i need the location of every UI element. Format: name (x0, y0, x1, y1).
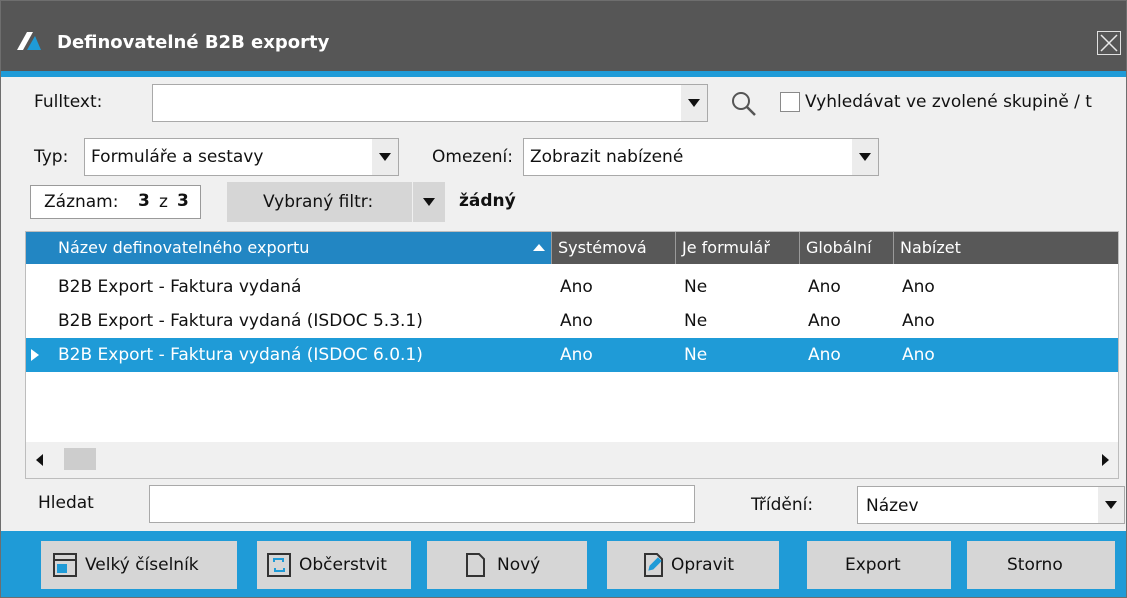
new-document-icon (466, 553, 485, 577)
cell-offer: Ano (902, 277, 935, 297)
close-icon (1100, 34, 1118, 52)
record-current: 3 (138, 191, 150, 211)
restriction-select[interactable]: Zobrazit nabízené (523, 138, 879, 176)
find-input[interactable] (149, 485, 695, 523)
refresh-button[interactable]: Občerstvit (257, 541, 411, 589)
type-label: Typ: (34, 147, 69, 167)
sort-ascending-icon (533, 244, 545, 251)
refresh-label: Občerstvit (299, 555, 387, 575)
refresh-icon (267, 553, 291, 577)
edit-icon (644, 553, 663, 577)
cell-global: Ano (808, 345, 841, 365)
cell-offer: Ano (902, 345, 935, 365)
column-header-name[interactable]: Název definovatelného exportu (26, 232, 552, 264)
title-accent-strip (1, 71, 1126, 77)
type-value: Formuláře a sestavy (91, 147, 264, 167)
sort-value: Název (866, 496, 919, 516)
chevron-down-icon (423, 198, 435, 206)
selected-filter-button[interactable]: Vybraný filtr: (227, 182, 412, 222)
chevron-down-icon (379, 153, 391, 161)
selected-filter-value: žádný (459, 191, 516, 211)
dialog-window: Definovatelné B2B exporty Fulltext: Vyhl… (0, 0, 1127, 598)
export-button[interactable]: Export (807, 541, 951, 589)
big-list-label: Velký číselník (85, 555, 199, 575)
cancel-label: Storno (1007, 555, 1063, 575)
type-dropdown-button[interactable] (372, 139, 398, 175)
cell-form: Ne (684, 311, 708, 331)
window-title: Definovatelné B2B exporty (57, 32, 330, 53)
cell-global: Ano (808, 311, 841, 331)
restriction-dropdown-button[interactable] (852, 139, 878, 175)
record-total: 3 (177, 191, 189, 211)
column-header-global[interactable]: Globální (800, 232, 894, 264)
chevron-down-icon (859, 153, 871, 161)
sort-select[interactable]: Název (857, 486, 1125, 524)
app-logo-icon (17, 32, 41, 50)
table-row[interactable]: B2B Export - Faktura vydaná Ano Ne Ano A… (26, 270, 1118, 304)
grid-header: Název definovatelného exportu Systémová … (26, 232, 1118, 264)
fulltext-dropdown-button[interactable] (681, 85, 707, 121)
record-label: Záznam: (44, 192, 119, 212)
cell-system: Ano (560, 277, 593, 297)
group-search-label: Vyhledávat ve zvolené skupině / t (805, 92, 1092, 112)
row-pointer-icon (31, 349, 39, 361)
scrollbar-thumb[interactable] (64, 448, 96, 470)
restriction-value: Zobrazit nabízené (530, 147, 684, 167)
cell-system: Ano (560, 345, 593, 365)
column-header-offer[interactable]: Nabízet (894, 232, 1118, 264)
cell-form: Ne (684, 345, 708, 365)
type-select[interactable]: Formuláře a sestavy (84, 138, 399, 176)
exports-grid: Název definovatelného exportu Systémová … (25, 231, 1119, 479)
column-header-label: Název definovatelného exportu (58, 238, 310, 257)
new-label: Nový (497, 555, 541, 575)
new-button[interactable]: Nový (427, 541, 587, 589)
fulltext-label: Fulltext: (34, 92, 103, 112)
cell-form: Ne (684, 277, 708, 297)
fulltext-input[interactable] (152, 84, 708, 122)
record-separator: z (159, 192, 168, 212)
cell-name: B2B Export - Faktura vydaná (ISDOC 5.3.1… (58, 311, 423, 331)
scroll-left-icon[interactable] (36, 454, 43, 466)
filter-dropdown-button[interactable] (413, 182, 445, 222)
cell-system: Ano (560, 311, 593, 331)
export-label: Export (845, 555, 901, 575)
title-bar: Definovatelné B2B exporty (1, 1, 1126, 71)
chevron-down-icon (1105, 501, 1117, 509)
group-search-checkbox[interactable] (780, 92, 800, 112)
edit-button[interactable]: Opravit (607, 541, 779, 589)
find-label: Hledat (38, 493, 94, 513)
record-counter: Záznam: 3 z 3 (30, 185, 201, 219)
selected-filter-label: Vybraný filtr: (263, 192, 374, 212)
cancel-button[interactable]: Storno (967, 541, 1115, 589)
column-header-form[interactable]: Je formulář (676, 232, 800, 264)
close-button[interactable] (1097, 31, 1121, 55)
scroll-right-icon[interactable] (1102, 454, 1109, 466)
cell-offer: Ano (902, 311, 935, 331)
search-icon[interactable] (729, 89, 757, 117)
column-header-system[interactable]: Systémová (552, 232, 676, 264)
edit-label: Opravit (671, 555, 735, 575)
sort-label: Třídění: (751, 495, 814, 515)
table-row-selected[interactable]: B2B Export - Faktura vydaná (ISDOC 6.0.1… (26, 338, 1118, 372)
cell-name: B2B Export - Faktura vydaná (58, 277, 302, 297)
big-list-icon (53, 553, 77, 577)
cell-global: Ano (808, 277, 841, 297)
sort-dropdown-button[interactable] (1098, 487, 1124, 523)
horizontal-scrollbar[interactable] (26, 442, 1118, 478)
big-list-button[interactable]: Velký číselník (41, 541, 237, 589)
chevron-down-icon (688, 99, 700, 107)
table-row[interactable]: B2B Export - Faktura vydaná (ISDOC 5.3.1… (26, 304, 1118, 338)
restriction-label: Omezení: (432, 147, 514, 167)
cell-name: B2B Export - Faktura vydaná (ISDOC 6.0.1… (58, 345, 423, 365)
